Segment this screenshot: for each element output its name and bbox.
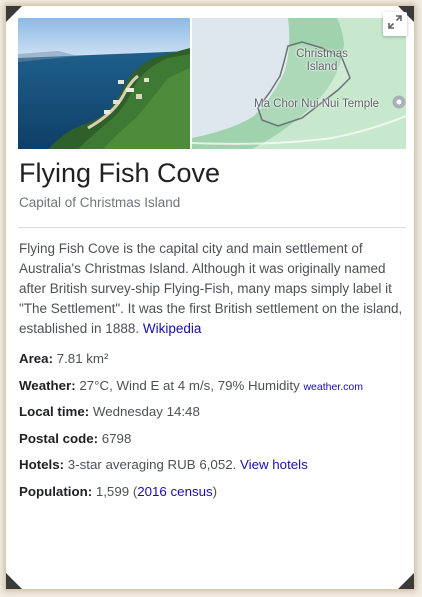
description: Flying Fish Cove is the capital city and… — [19, 239, 405, 339]
census-link[interactable]: 2016 census — [137, 484, 212, 499]
weather-source-link[interactable]: weather.com — [303, 381, 363, 393]
fact-value: 6798 — [101, 430, 132, 446]
fact-local-time: Local time: Wednesday 14:48 — [19, 404, 405, 431]
wikipedia-link[interactable]: Wikipedia — [143, 321, 202, 336]
view-hotels-link[interactable]: View hotels — [240, 457, 308, 472]
page-subtitle: Capital of Christmas Island — [19, 195, 181, 210]
page-title: Flying Fish Cove — [19, 158, 221, 188]
fact-label: Hotels: — [19, 457, 65, 472]
coastline-photo-image — [18, 18, 190, 149]
fact-value: 27°C, Wind E at 4 m/s, 79% Humidity — [79, 377, 300, 393]
fact-value: Wednesday 14:48 — [92, 404, 200, 419]
expand-map-button[interactable] — [383, 12, 407, 36]
fact-value: 1,599 — [95, 483, 130, 499]
description-text: Flying Fish Cove is the capital city and… — [19, 241, 403, 336]
fact-postal-code: Postal code: 6798 — [19, 431, 405, 458]
location-map[interactable]: Christmas Island Ma Chor Nui Nui Temple — [192, 18, 406, 149]
fact-population: Population: 1,599 (2016 census) — [19, 484, 405, 511]
fact-label: Population: — [19, 483, 93, 499]
divider — [18, 227, 406, 228]
map-label-temple: Ma Chor Nui Nui Temple — [254, 98, 380, 110]
map-label-island: Christmas Island — [290, 48, 354, 74]
paren-close: ) — [212, 483, 218, 499]
knowledge-panel: Christmas Island Ma Chor Nui Nui Temple … — [6, 6, 414, 589]
temple-pin-icon[interactable] — [392, 95, 406, 116]
facts-list: Area: 7.81 km² Weather: 27°C, Wind E at … — [19, 351, 405, 510]
fact-area: Area: 7.81 km² — [19, 351, 405, 378]
map-image — [192, 18, 406, 149]
fact-value: 3-star averaging RUB 6,052. — [67, 457, 237, 472]
frame-corner — [6, 573, 22, 589]
fact-label: Area: — [19, 351, 53, 366]
fact-weather: Weather: 27°C, Wind E at 4 m/s, 79% Humi… — [19, 378, 405, 405]
map-label-line: Christmas — [296, 48, 348, 60]
location-photo[interactable] — [18, 18, 190, 149]
fact-label: Local time: — [19, 404, 90, 419]
fact-hotels: Hotels: 3-star averaging RUB 6,052. View… — [19, 457, 405, 484]
fact-label: Postal code: — [19, 430, 99, 446]
fact-label: Weather: — [19, 377, 76, 393]
expand-icon — [388, 14, 402, 34]
fact-value: 7.81 km² — [56, 351, 109, 366]
frame-corner — [398, 573, 414, 589]
map-label-line: Island — [306, 61, 338, 73]
